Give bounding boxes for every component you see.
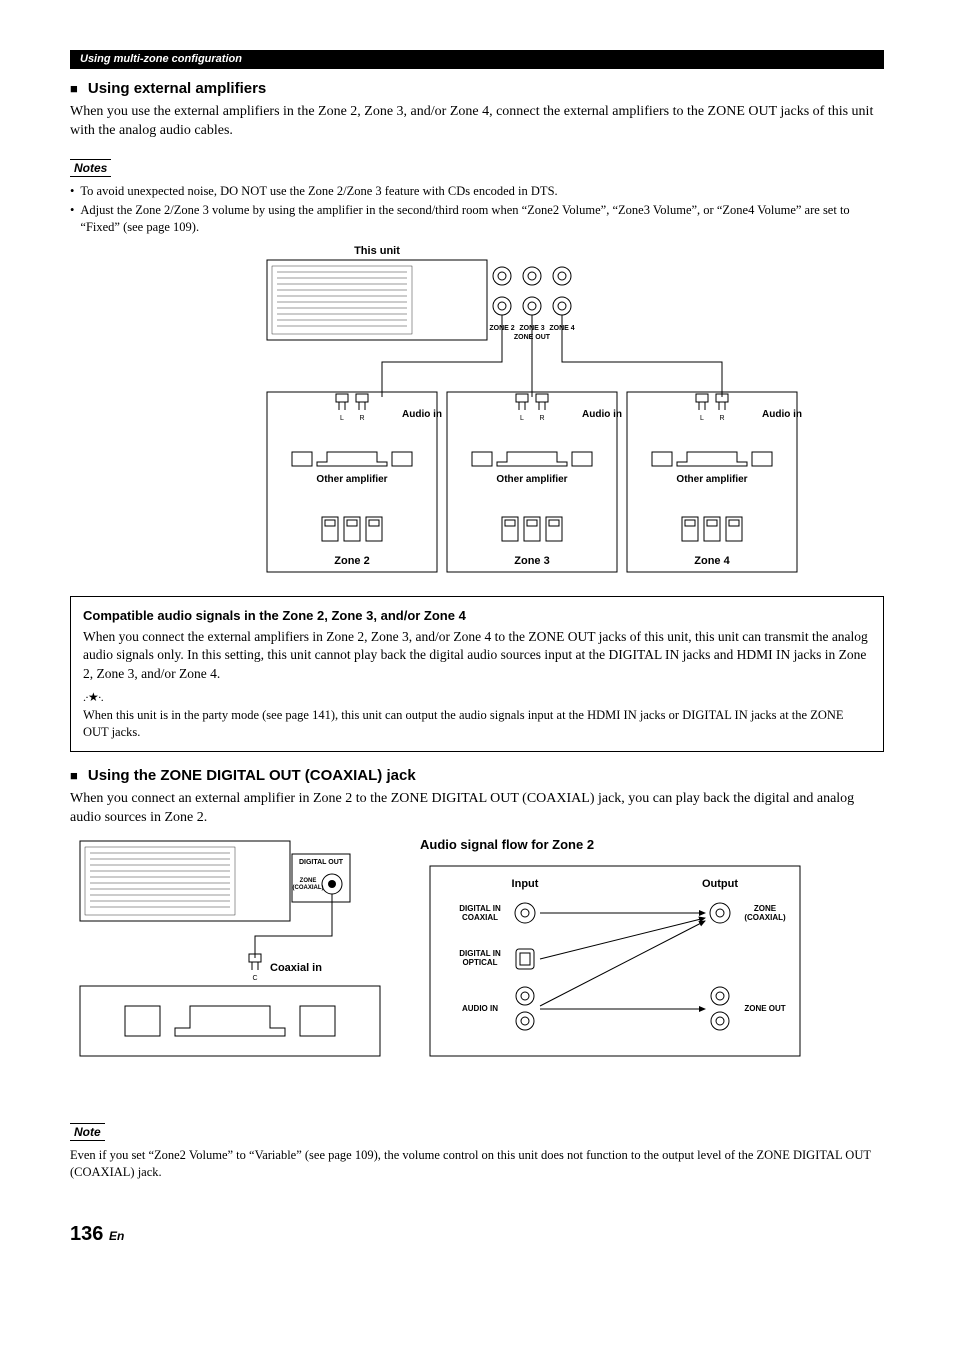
notes-label: Notes	[70, 159, 111, 177]
zone-box-3: L R Audio in Other amplifier Zone 3	[447, 392, 622, 572]
compat-title: Compatible audio signals in the Zone 2, …	[83, 607, 871, 625]
notes-list: To avoid unexpected noise, DO NOT use th…	[70, 183, 884, 236]
svg-text:ZONE: ZONE	[300, 878, 317, 884]
this-unit-label: This unit	[354, 245, 400, 257]
svg-text:Other amplifier: Other amplifier	[496, 474, 567, 485]
svg-text:Zone 4: Zone 4	[694, 555, 730, 567]
svg-text:Output: Output	[702, 878, 738, 890]
svg-text:(COAXIAL): (COAXIAL)	[293, 885, 324, 891]
hint-icon: .·★·.	[83, 689, 871, 705]
svg-text:L: L	[700, 415, 704, 422]
svg-text:Zone 2: Zone 2	[334, 555, 369, 567]
svg-text:COAXIAL: COAXIAL	[462, 913, 498, 922]
svg-text:Coaxial in: Coaxial in	[270, 962, 322, 974]
note2-body: Even if you set “Zone2 Volume” to “Varia…	[70, 1147, 884, 1181]
svg-text:AUDIO IN: AUDIO IN	[462, 1004, 498, 1013]
page-num-value: 136	[70, 1223, 103, 1245]
svg-text:(COAXIAL): (COAXIAL)	[744, 913, 786, 922]
compat-body: When you connect the external amplifiers…	[83, 628, 871, 683]
svg-text:C: C	[252, 975, 257, 982]
page-number: 136 En	[70, 1221, 884, 1248]
breadcrumb: Using multi-zone configuration	[70, 50, 884, 69]
note-item: To avoid unexpected noise, DO NOT use th…	[80, 183, 557, 200]
flow-title: Audio signal flow for Zone 2	[420, 836, 810, 854]
connection-diagram: This unit ZONE 2 ZONE 3 ZONE 4 ZONE OUT	[127, 242, 827, 582]
signal-flow-diagram: Audio signal flow for Zone 2 Input Outpu…	[420, 836, 810, 1073]
svg-text:R: R	[719, 415, 724, 422]
svg-text:ZONE: ZONE	[754, 904, 777, 913]
zone-box-4: L R Audio in Other amplifier Zone 4	[627, 392, 802, 572]
svg-text:Other amplifier: Other amplifier	[316, 474, 387, 485]
compat-hint: When this unit is in the party mode (see…	[83, 707, 871, 741]
svg-text:DIGITAL IN: DIGITAL IN	[459, 904, 501, 913]
compatible-signals-box: Compatible audio signals in the Zone 2, …	[70, 596, 884, 752]
section1-body: When you use the external amplifiers in …	[70, 103, 884, 141]
svg-text:DIGITAL IN: DIGITAL IN	[459, 949, 501, 958]
zone-box-2: L R Audio in Other amplifier Zone 2	[267, 392, 442, 572]
coaxial-diagram: DIGITAL OUT ZONE (COAXIAL) C Coaxial in	[70, 836, 390, 1073]
note-item: Adjust the Zone 2/Zone 3 volume by using…	[80, 202, 884, 236]
svg-text:Input: Input	[512, 878, 539, 890]
svg-text:L: L	[520, 415, 524, 422]
svg-text:Audio in: Audio in	[762, 409, 802, 420]
diagram-svg: This unit ZONE 2 ZONE 3 ZONE 4 ZONE OUT	[127, 242, 827, 582]
svg-text:OPTICAL: OPTICAL	[462, 958, 497, 967]
section2-body: When you connect an external amplifier i…	[70, 790, 884, 828]
section-title-external-amplifiers: Using external amplifiers	[70, 79, 884, 99]
svg-text:L: L	[340, 415, 344, 422]
page-lang: En	[109, 1229, 124, 1243]
svg-text:DIGITAL OUT: DIGITAL OUT	[299, 859, 344, 866]
svg-text:Other amplifier: Other amplifier	[676, 474, 747, 485]
svg-text:R: R	[539, 415, 544, 422]
svg-text:Audio in: Audio in	[402, 409, 442, 420]
svg-text:Audio in: Audio in	[582, 409, 622, 420]
svg-text:Zone 3: Zone 3	[514, 555, 549, 567]
section-title-zone-digital-out: Using the ZONE DIGITAL OUT (COAXIAL) jac…	[70, 766, 884, 786]
svg-text:R: R	[359, 415, 364, 422]
svg-text:ZONE OUT: ZONE OUT	[744, 1004, 785, 1013]
note-label: Note	[70, 1123, 105, 1141]
